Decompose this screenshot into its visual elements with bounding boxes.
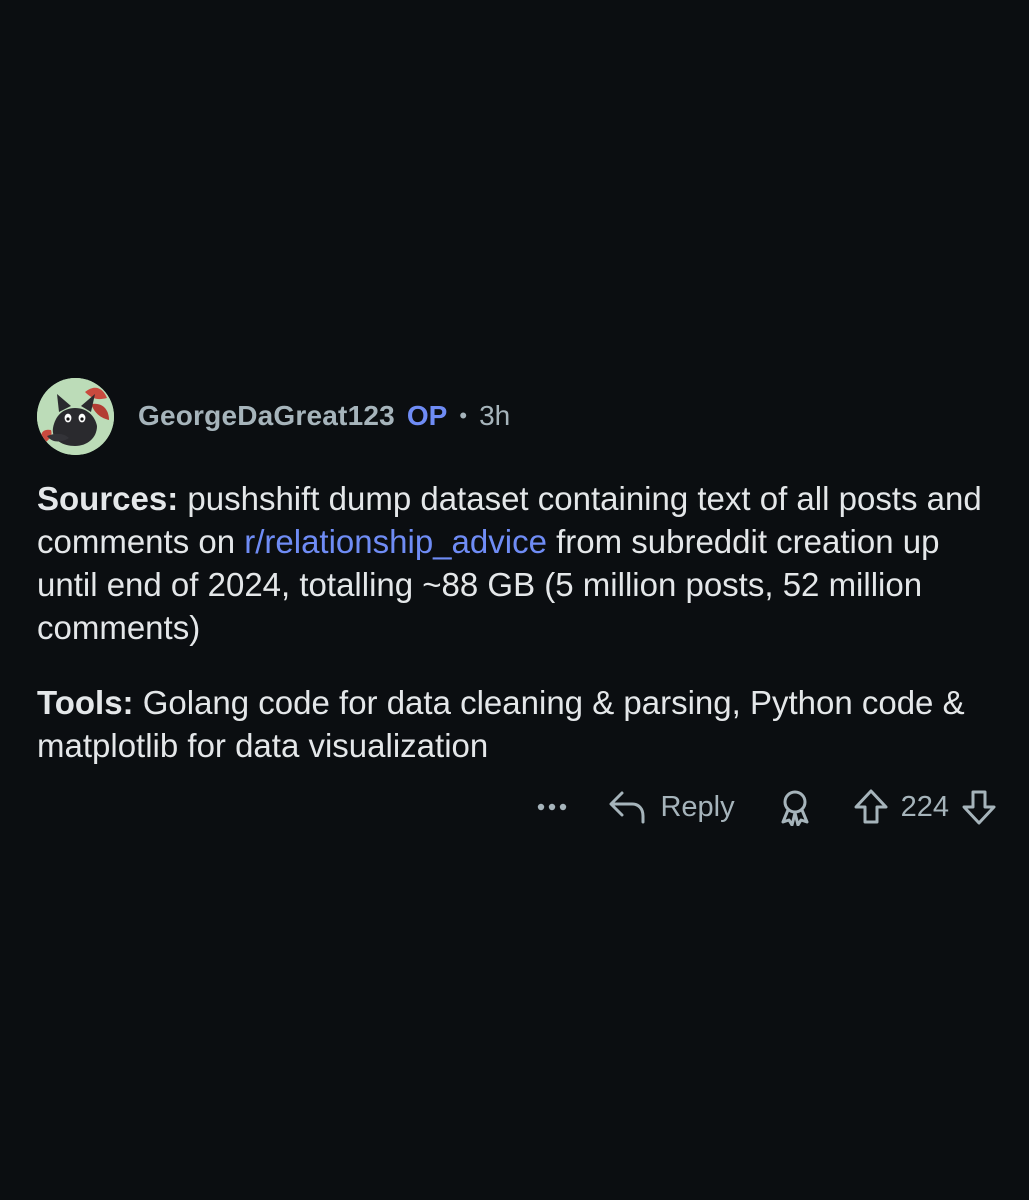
downvote-arrow-icon[interactable]: [961, 788, 997, 826]
reply-button[interactable]: Reply: [608, 790, 735, 824]
comment-actions: Reply 224: [536, 782, 997, 832]
ellipsis-icon: [538, 803, 567, 811]
cat-avatar-icon: [37, 377, 114, 455]
award-icon: [781, 790, 809, 826]
reply-arrow-icon: [609, 791, 645, 824]
award-button[interactable]: [777, 788, 813, 826]
comment: GeorgeDaGreat123 OP • 3h Sources: pushsh…: [37, 377, 997, 826]
timestamp: 3h: [479, 400, 511, 431]
more-options-button[interactable]: [536, 802, 568, 812]
comment-header: GeorgeDaGreat123 OP • 3h: [37, 377, 997, 455]
reply-label: Reply: [660, 790, 735, 823]
sources-paragraph: Sources: pushshift dump dataset containi…: [37, 477, 982, 649]
subreddit-link[interactable]: r/relationship_advice: [244, 523, 547, 560]
separator-dot: •: [459, 403, 468, 428]
upvote-arrow-icon[interactable]: [853, 788, 889, 826]
tools-paragraph: Tools: Golang code for data cleaning & p…: [37, 681, 982, 767]
comment-body: Sources: pushshift dump dataset containi…: [37, 477, 982, 767]
vote-controls: 224: [853, 788, 997, 826]
tools-label: Tools:: [37, 684, 134, 721]
avatar[interactable]: [37, 377, 114, 455]
username[interactable]: GeorgeDaGreat123: [138, 400, 395, 432]
sources-label: Sources:: [37, 480, 179, 517]
op-badge: OP: [406, 400, 448, 431]
vote-count: 224: [900, 790, 949, 823]
tools-text: Golang code for data cleaning & parsing,…: [37, 684, 965, 764]
